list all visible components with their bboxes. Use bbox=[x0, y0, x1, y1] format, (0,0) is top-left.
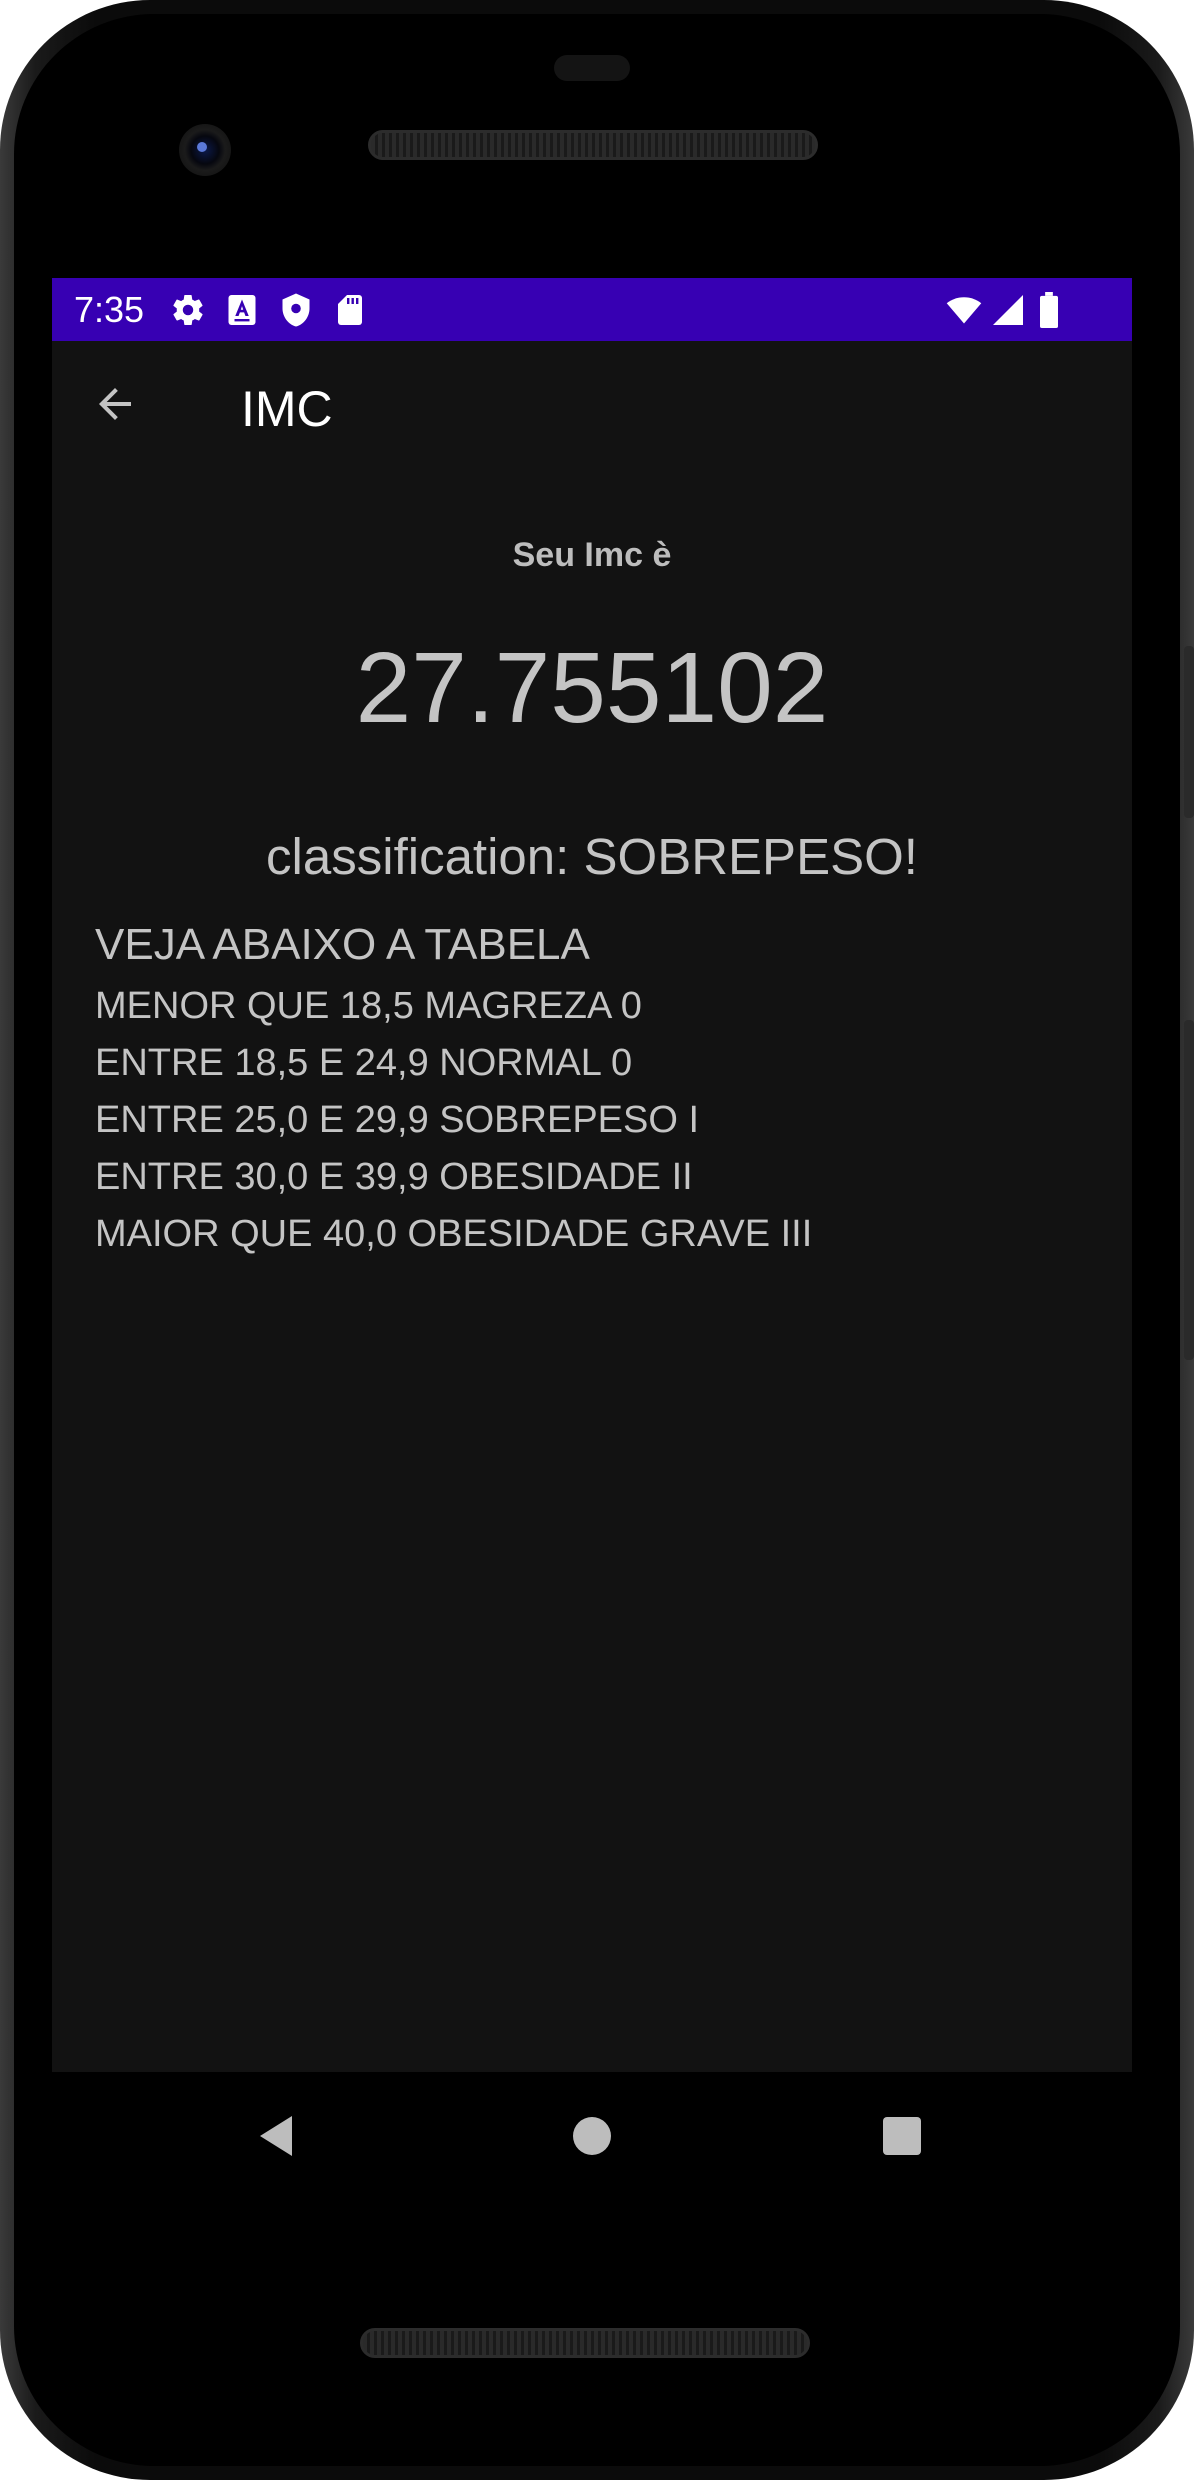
imc-table-list: MENOR QUE 18,5 MAGREZA 0 ENTRE 18,5 E 24… bbox=[95, 978, 812, 1263]
nav-back-button[interactable] bbox=[236, 2096, 316, 2176]
table-heading: VEJA ABAIXO A TABELA bbox=[95, 920, 590, 969]
app-screen: 7:35 IMC Seu Imc è 27.755102 classificat… bbox=[52, 278, 1132, 2072]
power-button bbox=[1184, 646, 1194, 818]
text-a-icon bbox=[228, 295, 256, 325]
shield-icon bbox=[282, 293, 310, 327]
table-row: ENTRE 30,0 E 39,9 OBESIDADE II bbox=[95, 1156, 693, 1198]
app-bar: IMC bbox=[52, 341, 1132, 488]
bottom-speaker-grille bbox=[360, 2328, 810, 2358]
navigation-bar bbox=[52, 2072, 1132, 2198]
camera-lens-glint bbox=[197, 142, 207, 152]
page-title: IMC bbox=[241, 381, 333, 437]
settings-gear-icon bbox=[173, 295, 203, 326]
nav-recents-button[interactable] bbox=[862, 2096, 942, 2176]
imc-value: 27.755102 bbox=[355, 632, 829, 744]
nav-home-button[interactable] bbox=[552, 2096, 632, 2176]
volume-button bbox=[1184, 1020, 1194, 1360]
table-row: MENOR QUE 18,5 MAGREZA 0 bbox=[95, 985, 642, 1027]
status-bar: 7:35 bbox=[52, 278, 1132, 341]
table-row: MAIOR QUE 40,0 OBESIDADE GRAVE III bbox=[95, 1213, 813, 1255]
table-row: ENTRE 18,5 E 24,9 NORMAL 0 bbox=[95, 1042, 633, 1084]
wifi-icon bbox=[946, 297, 982, 324]
nav-back-triangle-icon bbox=[260, 2116, 292, 2156]
table-row: ENTRE 25,0 E 29,9 SOBREPESO I bbox=[95, 1099, 700, 1141]
battery-icon bbox=[1040, 292, 1058, 328]
back-button[interactable] bbox=[82, 371, 148, 437]
signal-icon bbox=[993, 295, 1023, 325]
classification-text: classification: SOBREPESO! bbox=[266, 828, 918, 885]
proximity-sensor bbox=[554, 55, 630, 81]
imc-label: Seu Imc è bbox=[512, 536, 672, 574]
sd-card-icon bbox=[338, 295, 362, 325]
status-time: 7:35 bbox=[74, 289, 145, 330]
top-speaker-grille bbox=[368, 130, 818, 160]
arrow-back-icon bbox=[99, 388, 131, 420]
nav-recents-square-icon bbox=[883, 2117, 921, 2155]
nav-home-circle-icon bbox=[573, 2117, 611, 2155]
